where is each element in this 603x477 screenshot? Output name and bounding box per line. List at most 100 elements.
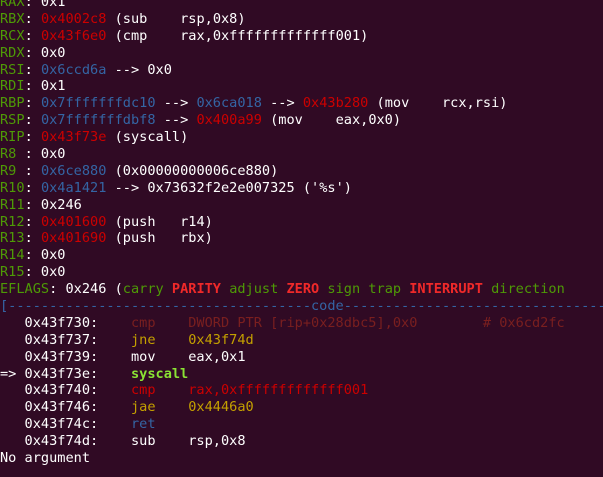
register-line-segment: sign trap [327, 281, 410, 298]
code-line-segment: jae [130, 399, 189, 416]
register-line-segment: RDI [0, 78, 25, 95]
register-line-segment: (mov rcx,rsi) [368, 95, 508, 112]
register-line: R14: 0x0 [0, 247, 603, 264]
register-line-segment: R8 [0, 146, 25, 163]
register-line-segment: --> 0x0 [106, 61, 172, 78]
register-line-segment: (mov eax,0x0) [261, 112, 402, 129]
code-line: 0x43f746: jae 0x4446a0 [0, 399, 603, 416]
code-line: [-------------------------------------co… [0, 298, 603, 315]
code-line-segment: [-------------------------------------co… [0, 298, 603, 315]
register-line-segment: EFLAGS [0, 281, 50, 298]
register-line-segment: 0x4a1421 [40, 179, 107, 196]
register-line-segment: (syscall) [106, 129, 189, 146]
register-line-segment: RAX [0, 0, 25, 10]
code-line-segment: 0x43f74d: [0, 433, 131, 450]
code-line: 0x43f737: jne 0x43f74d [0, 332, 603, 349]
register-line-segment: carry [122, 281, 172, 298]
register-line-segment: 0x43f6e0 [40, 27, 107, 44]
code-line: No argument [0, 450, 603, 467]
register-line: R8 : 0x0 [0, 146, 603, 163]
register-line-segment: : [24, 112, 41, 129]
code-line-segment: ret [130, 416, 156, 433]
register-line: R15: 0x0 [0, 264, 603, 281]
register-line-segment: 0x6ccd6a [40, 61, 107, 78]
register-line-segment: : 0x246 ( [49, 281, 123, 298]
code-line-segment: cmp rax,0xfffffffffffff001 [130, 382, 369, 399]
register-line-segment: 0x400a99 [196, 112, 262, 129]
code-line-segment: 0x4446a0 [188, 399, 254, 416]
register-line: R13: 0x401690 (push rbx) [0, 230, 603, 247]
register-line-segment: : [24, 129, 41, 146]
register-line-segment: 0x7fffffffdbf8 [40, 112, 156, 129]
register-line-segment: direction [491, 281, 565, 298]
code-line-segment: 0x43f739: [0, 348, 131, 365]
register-line: RDI: 0x1 [0, 78, 603, 95]
code-line-segment: 0x43f746: [0, 399, 131, 416]
register-line-segment: 0x6ca018 [196, 95, 262, 112]
register-line-segment: RIP [0, 129, 25, 146]
register-line-segment: 0x401600 [40, 213, 107, 230]
register-line: R10: 0x4a1421 --> 0x73632f2e2e007325 ('%… [0, 180, 603, 197]
register-line-segment: INTERRUPT [409, 281, 492, 298]
register-line-segment: : 0x0 [24, 146, 66, 163]
register-line-segment: RDX [0, 44, 25, 61]
register-line-segment: : [24, 95, 41, 112]
register-line-segment: : 0x246 [24, 196, 82, 213]
code-line-segment: 0x43f74c: [0, 416, 131, 433]
register-line-segment: : [24, 10, 41, 27]
register-line-segment: : [24, 61, 41, 78]
register-line-segment: : 0x0 [24, 264, 66, 281]
register-line: R12: 0x401600 (push r14) [0, 214, 603, 231]
code-line-segment: 0x43f730: [0, 314, 131, 331]
registers-panel: RAX: 0x1 RBX: 0x4002c8 (sub rsp,0x8) RCX: … [0, 0, 603, 298]
register-line: R9 : 0x6ce880 (0x00000000006ce880) [0, 163, 603, 180]
register-line-segment: : 0x0 [24, 44, 66, 61]
register-line-segment: (push r14) [106, 213, 213, 230]
register-line-segment: --> [261, 95, 303, 112]
register-line-segment: : 0x1 [24, 0, 66, 10]
register-line-segment: --> [155, 95, 197, 112]
register-line-segment: ZERO [286, 281, 328, 298]
register-line-segment: 0x43f73e [40, 129, 107, 146]
register-line: RIP: 0x43f73e (syscall) [0, 129, 603, 146]
code-line-segment: syscall [130, 365, 189, 382]
code-line-segment: mov eax,0x1 [130, 348, 246, 365]
register-line-segment: (cmp rax,0xfffffffffffff001) [106, 27, 369, 44]
register-line-segment: : [24, 27, 41, 44]
code-line: 0x43f730: cmp DWORD PTR [rip+0x28dbc5],0… [0, 315, 603, 332]
register-line-segment: R13 [0, 230, 25, 247]
register-line-segment: R11 [0, 196, 25, 213]
register-line-segment: R15 [0, 264, 25, 281]
register-line-segment: (0x00000000006ce880) [106, 162, 279, 179]
register-line-segment: 0x4002c8 [40, 10, 107, 27]
register-line-segment: : 0x0 [24, 247, 66, 264]
register-line-segment: --> 0x73632f2e2e007325 ('%s') [106, 179, 352, 196]
register-line-segment: PARITY [171, 281, 230, 298]
register-line-segment: R9 [0, 162, 25, 179]
code-line: 0x43f74c: ret [0, 416, 603, 433]
code-line: => 0x43f73e: syscall [0, 366, 603, 383]
register-line-segment: : [24, 230, 41, 247]
code-line-segment: No argument [0, 450, 91, 467]
code-line-segment: sub rsp,0x8 [130, 433, 246, 450]
code-line: 0x43f739: mov eax,0x1 [0, 349, 603, 366]
register-line-segment: (sub rsp,0x8) [106, 10, 246, 27]
register-line-segment: RSP [0, 112, 25, 129]
code-line: 0x43f74d: sub rsp,0x8 [0, 433, 603, 450]
register-line: RDX: 0x0 [0, 45, 603, 62]
terminal-window[interactable]: RAX: 0x1 RBX: 0x4002c8 (sub rsp,0x8) RCX: … [0, 0, 603, 467]
register-line-segment: RSI [0, 61, 25, 78]
register-line-segment: 0x7fffffffdc10 [40, 95, 156, 112]
register-line-segment: : [24, 162, 41, 179]
code-line-segment: 0x43f737: [0, 331, 131, 348]
register-line-segment: 0x6ce880 [40, 162, 107, 179]
register-line: EFLAGS: 0x246 (carry PARITY adjust ZERO … [0, 281, 603, 298]
register-line-segment: R14 [0, 247, 25, 264]
code-panel: [-------------------------------------co… [0, 298, 603, 467]
register-line: RBP: 0x7fffffffdc10 --> 0x6ca018 --> 0x4… [0, 95, 603, 112]
register-line: R11: 0x246 [0, 197, 603, 214]
code-line-segment: 0x43f740: [0, 382, 131, 399]
register-line-segment: RBX [0, 10, 25, 27]
register-line-segment: : 0x1 [24, 78, 66, 95]
register-line-segment: RCX [0, 27, 25, 44]
